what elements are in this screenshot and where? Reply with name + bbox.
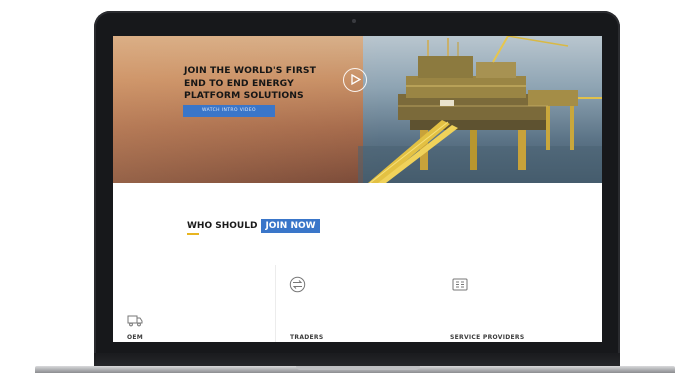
heading-underline (187, 233, 199, 235)
laptop-notch (296, 366, 420, 370)
laptop-screen: JOIN THE WORLD'S FIRST END TO END ENERGY… (113, 36, 602, 342)
heading-prefix: WHO SHOULD (187, 221, 258, 231)
who-should-join-heading: WHO SHOULD JOIN NOW (187, 219, 320, 233)
heading-highlight: JOIN NOW (261, 219, 320, 233)
watch-intro-video-button[interactable]: WATCH INTRO VIDEO (183, 105, 275, 117)
category-divider (275, 265, 276, 342)
camera-dot (352, 19, 356, 23)
category-service-providers[interactable]: SERVICE PROVIDERS (450, 334, 524, 341)
id-card-icon (452, 278, 468, 291)
category-oem[interactable]: OEM (127, 334, 143, 341)
play-icon (351, 74, 361, 85)
hero-banner: JOIN THE WORLD'S FIRST END TO END ENERGY… (113, 36, 602, 183)
truck-icon (127, 315, 143, 327)
oil-rig-image (358, 36, 602, 183)
hero-title: JOIN THE WORLD'S FIRST END TO END ENERGY… (184, 65, 316, 101)
play-video-button[interactable] (343, 68, 367, 92)
category-traders[interactable]: TRADERS (290, 334, 323, 341)
exchange-icon (289, 276, 306, 293)
